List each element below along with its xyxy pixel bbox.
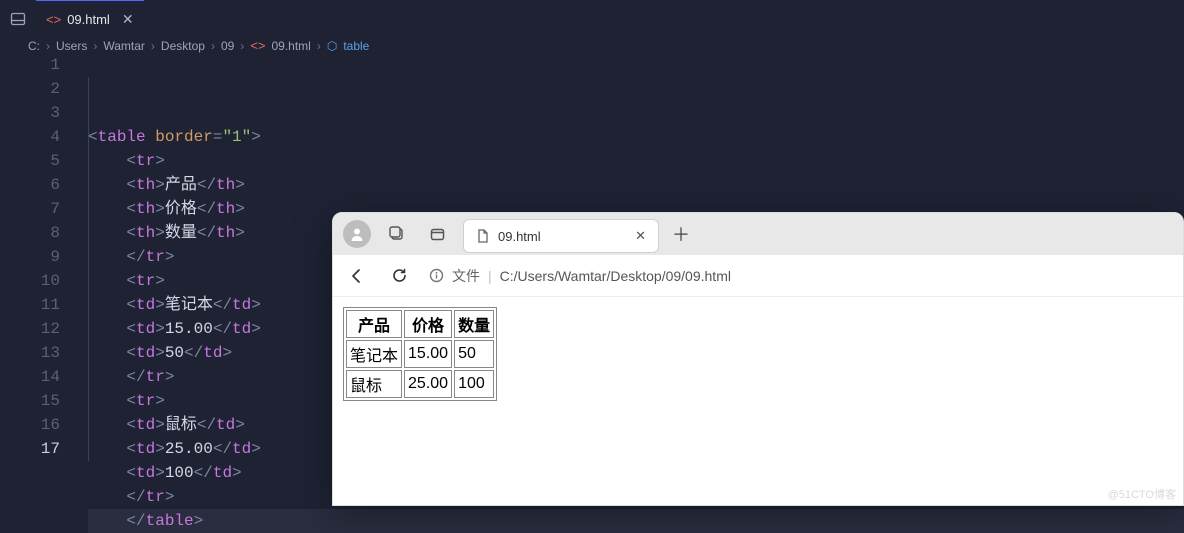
back-button[interactable] bbox=[339, 258, 375, 294]
code-line[interactable]: </table> bbox=[88, 509, 1184, 533]
browser-toolbar: 文件 | C:/Users/Wamtar/Desktop/09/09.html bbox=[333, 255, 1183, 297]
panel-toggle-icon[interactable] bbox=[4, 5, 32, 33]
address-bar[interactable]: 文件 | C:/Users/Wamtar/Desktop/09/09.html bbox=[429, 266, 731, 286]
table-header: 数量 bbox=[454, 310, 494, 338]
breadcrumb-separator: › bbox=[317, 39, 321, 53]
table-header: 产品 bbox=[346, 310, 402, 338]
breadcrumb-item[interactable]: 09.html bbox=[271, 39, 310, 53]
line-gutter: 1234567891011121314151617 bbox=[0, 53, 82, 533]
browser-content: 产品价格数量笔记本15.0050鼠标25.00100 bbox=[333, 297, 1183, 505]
html-file-icon: <> bbox=[250, 38, 265, 53]
table-cell: 鼠标 bbox=[346, 370, 402, 398]
browser-titlebar: 09.html ✕ ＋ bbox=[333, 213, 1183, 255]
reload-button[interactable] bbox=[381, 258, 417, 294]
breadcrumb-separator: › bbox=[46, 39, 50, 53]
profile-avatar-icon[interactable] bbox=[343, 220, 371, 248]
breadcrumb-item[interactable]: 09 bbox=[221, 39, 234, 53]
table-cell: 100 bbox=[454, 370, 494, 398]
code-line[interactable]: <th>产品</th> bbox=[88, 173, 1184, 197]
info-icon bbox=[429, 268, 444, 283]
tab-label: 09.html bbox=[67, 12, 110, 27]
new-tab-button[interactable]: ＋ bbox=[663, 221, 699, 247]
breadcrumb-separator: › bbox=[211, 39, 215, 53]
page-icon bbox=[476, 229, 490, 243]
html-file-icon: <> bbox=[46, 12, 61, 27]
editor-tab[interactable]: <> 09.html ✕ bbox=[36, 0, 144, 38]
table-cell: 笔记本 bbox=[346, 340, 402, 368]
table-cell: 50 bbox=[454, 340, 494, 368]
browser-tab-label: 09.html bbox=[498, 229, 627, 244]
breadcrumb-item[interactable]: Users bbox=[56, 39, 87, 53]
code-line[interactable]: <table border="1"> bbox=[88, 125, 1184, 149]
address-path: C:/Users/Wamtar/Desktop/09/09.html bbox=[500, 268, 731, 284]
close-icon[interactable]: ✕ bbox=[635, 228, 646, 244]
breadcrumb-item[interactable]: C: bbox=[28, 39, 40, 53]
window-icon[interactable] bbox=[419, 216, 455, 252]
table-header: 价格 bbox=[404, 310, 452, 338]
breadcrumb-item[interactable]: table bbox=[343, 39, 369, 53]
watermark: @51CTO博客 bbox=[1108, 486, 1176, 502]
breadcrumb[interactable]: C: › Users › Wamtar › Desktop › 09 › <> 09.html › ⬡ ta… bbox=[0, 38, 1184, 53]
indent-guide bbox=[88, 77, 89, 461]
breadcrumb-separator: › bbox=[93, 39, 97, 53]
breadcrumb-separator: › bbox=[151, 39, 155, 53]
address-separator: | bbox=[488, 268, 492, 284]
tab-bar: <> 09.html ✕ bbox=[0, 0, 1184, 38]
workspaces-icon[interactable] bbox=[379, 216, 415, 252]
address-scheme: 文件 bbox=[452, 266, 480, 286]
breadcrumb-item[interactable]: Wamtar bbox=[103, 39, 145, 53]
browser-window: 09.html ✕ ＋ 文件 | C:/Users/Wamtar/Desktop… bbox=[332, 212, 1184, 506]
table-cell: 15.00 bbox=[404, 340, 452, 368]
table-row: 笔记本15.0050 bbox=[346, 340, 494, 368]
browser-tab[interactable]: 09.html ✕ bbox=[463, 219, 659, 253]
breadcrumb-item[interactable]: Desktop bbox=[161, 39, 205, 53]
rendered-table: 产品价格数量笔记本15.0050鼠标25.00100 bbox=[343, 307, 497, 401]
table-row: 鼠标25.00100 bbox=[346, 370, 494, 398]
code-line[interactable]: <tr> bbox=[88, 149, 1184, 173]
symbol-icon: ⬡ bbox=[327, 39, 337, 53]
breadcrumb-separator: › bbox=[240, 39, 244, 53]
table-cell: 25.00 bbox=[404, 370, 452, 398]
close-icon[interactable]: ✕ bbox=[122, 11, 134, 28]
